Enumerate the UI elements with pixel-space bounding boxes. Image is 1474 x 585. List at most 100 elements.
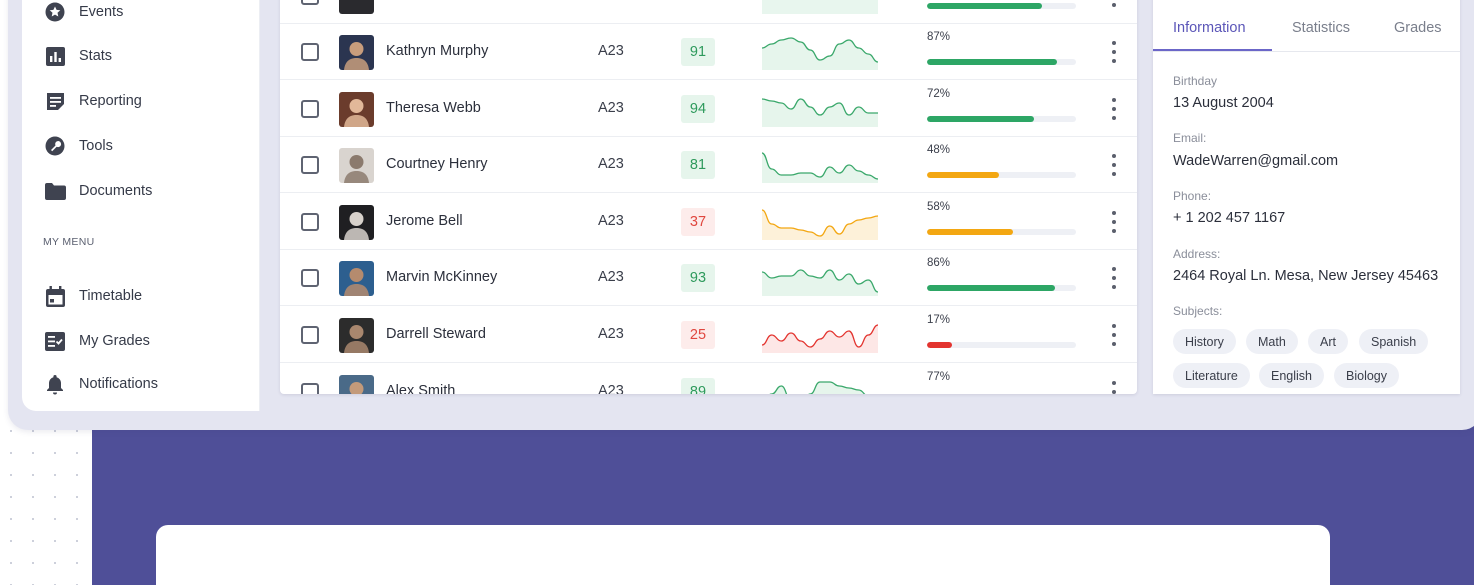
student-name[interactable]: Darrell Steward (386, 326, 486, 342)
phone-value: + 1 202 457 1167 (1173, 210, 1286, 226)
student-name[interactable]: Theresa Webb (386, 100, 481, 116)
student-name[interactable]: Kathryn Murphy (386, 43, 488, 59)
progress-bar (927, 172, 1076, 179)
sidebar-item-timetable[interactable]: Timetable (44, 281, 244, 311)
row-more-menu-icon[interactable] (1109, 210, 1119, 233)
student-group: A23 (598, 43, 624, 59)
subject-chip-literature[interactable]: Literature (1173, 363, 1250, 388)
row-more-menu-icon[interactable] (1109, 97, 1119, 120)
trend-sparkline (762, 209, 878, 240)
trend-sparkline (762, 152, 878, 184)
row-checkbox[interactable] (301, 269, 319, 288)
sidebar-item-label: Tools (79, 138, 113, 154)
sidebar-item-stats[interactable]: Stats (44, 41, 244, 71)
sidebar-item-events[interactable]: Events (44, 0, 244, 27)
student-name[interactable]: Jerome Bell (386, 213, 463, 229)
email-label: Email: (1173, 131, 1207, 145)
progress-fill (927, 342, 953, 348)
row-checkbox[interactable] (301, 0, 319, 5)
student-group: A23 (598, 269, 624, 286)
table-row[interactable]: Courtney Henry A23 81 48% (280, 137, 1137, 194)
note-icon (44, 90, 66, 112)
row-checkbox[interactable] (301, 43, 319, 61)
sidebar-item-label: My Grades (79, 333, 150, 349)
progress-label: 17% (927, 314, 951, 326)
progress-label: 87% (927, 31, 951, 43)
row-checkbox[interactable] (301, 99, 319, 118)
progress-fill (927, 228, 1014, 235)
row-more-menu-icon[interactable] (1109, 380, 1119, 394)
trend-sparkline (762, 269, 878, 297)
row-checkbox[interactable] (301, 212, 319, 231)
subject-chip-art[interactable]: Art (1308, 329, 1348, 354)
sidebar-item-notifications[interactable]: Notifications (44, 369, 244, 399)
star-badge-icon (44, 1, 66, 23)
row-checkbox[interactable] (301, 156, 319, 175)
grades-icon (44, 330, 66, 352)
progress-fill (927, 115, 1035, 122)
progress-label: 58% (927, 200, 951, 213)
table-row[interactable]: Theresa Webb A23 94 72% (280, 81, 1137, 137)
address-label: Address: (1173, 247, 1221, 261)
student-avatar (339, 148, 374, 184)
row-checkbox[interactable] (301, 326, 319, 344)
student-name[interactable]: Marvin McKinney (386, 269, 497, 285)
subject-chip-math[interactable]: Math (1246, 329, 1298, 354)
trend-sparkline (762, 324, 878, 353)
subject-chip-english[interactable]: English (1259, 363, 1324, 388)
table-row[interactable]: Kathryn Murphy A23 91 87% (280, 24, 1137, 80)
students-table: Kathryn Murphy A23 91 87% Theresa Webb A23 94 7… (280, 0, 1137, 394)
trend-sparkline (768, 380, 866, 394)
student-group: A23 (598, 99, 624, 116)
birthday-value: 13 August 2004 (1173, 95, 1274, 111)
row-checkbox[interactable] (301, 382, 319, 394)
score-badge: 37 (681, 207, 715, 236)
row-more-menu-icon[interactable] (1109, 41, 1119, 63)
progress-bar (927, 285, 1076, 292)
progress-fill (927, 172, 999, 179)
trend-sparkline (762, 0, 878, 14)
score-badge: 93 (681, 264, 715, 293)
my-menu-heading: MY MENU (43, 236, 95, 248)
progress-fill (927, 285, 1056, 292)
tab-information[interactable]: Information (1173, 20, 1246, 36)
student-avatar (339, 204, 374, 240)
progress-bar (927, 228, 1076, 235)
row-more-menu-icon[interactable] (1109, 324, 1119, 346)
app-window: Events Stats Reporting Tools Documents M… (8, 0, 1474, 430)
bar-chart-icon (44, 45, 66, 67)
info-tabs: Information Statistics Grades (1153, 0, 1460, 52)
tab-statistics[interactable]: Statistics (1292, 20, 1350, 36)
student-info-panel: Information Statistics Grades Birthday 1… (1153, 0, 1460, 394)
row-more-menu-icon[interactable] (1109, 154, 1119, 177)
trend-sparkline (762, 97, 878, 127)
subject-chip-spanish[interactable]: Spanish (1359, 329, 1429, 354)
table-row[interactable] (280, 0, 1137, 24)
sidebar-item-reporting[interactable]: Reporting (44, 86, 244, 116)
subject-chip-biology[interactable]: Biology (1334, 363, 1399, 388)
sidebar-item-documents[interactable]: Documents (44, 176, 244, 206)
address-value: 2464 Royal Ln. Mesa, New Jersey 45463 (1173, 268, 1439, 284)
student-name[interactable]: Alex Smith (386, 383, 455, 394)
progress-label: 86% (927, 257, 951, 270)
active-tab-indicator (1153, 49, 1272, 51)
sidebar: Events Stats Reporting Tools Documents M… (22, 0, 260, 411)
subject-chip-history[interactable]: History (1173, 329, 1236, 354)
sidebar-item-label: Events (79, 4, 124, 20)
row-more-menu-icon[interactable] (1109, 267, 1119, 290)
sidebar-item-my-grades[interactable]: My Grades (44, 326, 244, 356)
progress-bar (927, 59, 1076, 65)
student-group: A23 (598, 382, 624, 394)
sidebar-item-label: Stats (79, 48, 113, 64)
row-more-menu-icon[interactable] (1109, 0, 1119, 7)
tab-grades[interactable]: Grades (1394, 20, 1442, 36)
table-row[interactable]: Jerome Bell A23 37 58% (280, 194, 1137, 250)
progress-fill (927, 59, 1057, 65)
student-name[interactable]: Courtney Henry (386, 156, 488, 172)
table-row[interactable]: Marvin McKinney A23 93 86% (280, 250, 1137, 307)
birthday-label: Birthday (1173, 74, 1218, 88)
table-row[interactable]: Alex Smith A23 89 77% (280, 364, 1137, 394)
sidebar-item-tools[interactable]: Tools (44, 131, 244, 161)
progress-label: 48% (927, 144, 951, 157)
table-row[interactable]: Darrell Steward A23 25 17% (280, 307, 1137, 363)
